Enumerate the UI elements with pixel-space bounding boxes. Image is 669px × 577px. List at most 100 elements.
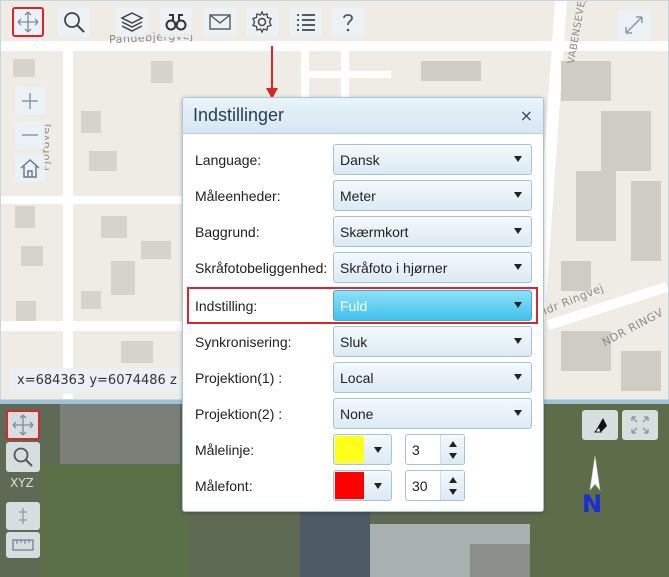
- setting-row-language: Language: Dansk: [183, 144, 543, 176]
- pan-icon: [17, 11, 39, 33]
- units-select[interactable]: Meter: [333, 180, 532, 211]
- direction-icon: [593, 418, 607, 433]
- oblique-direction-button[interactable]: [582, 410, 618, 440]
- caret-down-icon[interactable]: [449, 453, 457, 459]
- caret-down-icon: [514, 338, 522, 344]
- caret-down-icon: [514, 228, 522, 234]
- background-select[interactable]: Skærmkort: [333, 216, 532, 247]
- oblique-photo-button[interactable]: [160, 7, 192, 37]
- stepper-buttons[interactable]: [440, 471, 464, 500]
- pan-tool-button[interactable]: [12, 7, 44, 37]
- road: [301, 71, 391, 78]
- road: [63, 41, 73, 399]
- building: [561, 61, 611, 101]
- projection-2-select[interactable]: None: [333, 398, 532, 429]
- zoom-in-button[interactable]: [15, 87, 45, 115]
- building: [16, 301, 36, 321]
- aerial-search-button[interactable]: [6, 442, 40, 472]
- building: [101, 216, 127, 238]
- line-width-stepper[interactable]: 3: [405, 434, 465, 465]
- aerial-fullscreen-button[interactable]: [622, 410, 658, 440]
- font-size-stepper[interactable]: 30: [405, 470, 465, 501]
- building: [81, 111, 101, 133]
- select-value: Skærmkort: [340, 224, 409, 240]
- caret-up-icon[interactable]: [449, 477, 457, 483]
- aerial-pan-button[interactable]: [6, 410, 40, 440]
- color-swatch: [335, 472, 364, 499]
- building: [121, 341, 153, 363]
- line-color-picker[interactable]: [333, 434, 392, 465]
- setting-label: Baggrund:: [195, 224, 260, 240]
- select-value: Local: [340, 370, 374, 386]
- font-color-picker[interactable]: [333, 470, 392, 501]
- help-icon: [343, 14, 353, 32]
- color-swatch: [335, 436, 364, 463]
- setting-row-measure-font: Målefont: 30: [183, 470, 543, 502]
- caret-up-icon[interactable]: [449, 441, 457, 447]
- building: [601, 111, 651, 171]
- home-icon: [20, 158, 40, 178]
- language-select[interactable]: Dansk: [333, 144, 532, 175]
- building: [81, 291, 101, 309]
- projection-1-select[interactable]: Local: [333, 362, 532, 393]
- sync-select[interactable]: Sluk: [333, 326, 532, 357]
- dialog-header[interactable]: Indstillinger ×: [183, 98, 543, 134]
- xyz-label: XYZ: [10, 476, 34, 490]
- coordinate-readout: x=684363 y=6074486 z: [9, 368, 189, 394]
- stepper-buttons[interactable]: [440, 435, 464, 464]
- caret-down-icon: [374, 447, 382, 453]
- mail-icon: [209, 14, 231, 30]
- setting-label: Synkronisering:: [195, 334, 292, 350]
- close-icon[interactable]: ×: [520, 106, 533, 125]
- plus-icon: [22, 93, 38, 109]
- caret-down-icon: [514, 302, 522, 308]
- ruler-icon: [12, 539, 34, 551]
- stepper-value: 30: [412, 478, 428, 494]
- fullscreen-button[interactable]: [617, 10, 651, 40]
- setting-label: Projektion(1) :: [195, 370, 283, 386]
- help-button[interactable]: [332, 7, 364, 37]
- search-icon: [13, 447, 33, 467]
- setting-label: Målefont:: [195, 478, 253, 494]
- building: [111, 261, 135, 295]
- stepper-value: 3: [412, 442, 420, 458]
- north-label: N: [582, 490, 603, 518]
- mail-button[interactable]: [204, 7, 236, 37]
- setting-label: Projektion(2) :: [195, 406, 283, 422]
- ruler-button[interactable]: [6, 532, 40, 558]
- measure-area-button[interactable]: [6, 502, 40, 530]
- dialog-title: Indstillinger: [193, 105, 285, 125]
- building: [141, 241, 171, 259]
- select-value: Dansk: [340, 152, 380, 168]
- layers-button[interactable]: [116, 7, 148, 37]
- select-value: None: [340, 406, 374, 422]
- oblique-position-select[interactable]: Skråfoto i hjørner: [333, 252, 532, 283]
- caret-down-icon: [514, 192, 522, 198]
- caret-down-icon: [514, 264, 522, 270]
- zoom-out-button[interactable]: [15, 121, 45, 149]
- building: [89, 151, 117, 171]
- building: [15, 206, 35, 228]
- expand-icon: [631, 416, 649, 434]
- aerial-building: [300, 504, 370, 577]
- setting-label: Indstilling:: [195, 298, 258, 314]
- building: [151, 61, 173, 83]
- caret-down-icon: [514, 374, 522, 380]
- building: [621, 351, 661, 391]
- pan-icon: [12, 414, 34, 436]
- aerial-grass: [40, 464, 190, 577]
- caret-down-icon: [514, 410, 522, 416]
- mode-select[interactable]: Fuld: [333, 290, 532, 321]
- settings-button[interactable]: [246, 7, 278, 37]
- legend-button[interactable]: [290, 7, 322, 37]
- measure-height-icon: [19, 508, 27, 524]
- building: [576, 171, 616, 241]
- home-button[interactable]: [15, 154, 45, 182]
- setting-row-measure-line: Målelinje: 3: [183, 434, 543, 466]
- search-button[interactable]: [58, 7, 90, 37]
- road-label: VABENSEVEJ: [566, 0, 589, 65]
- annotation-arrow: [271, 46, 273, 90]
- setting-row-units: Måleenheder: Meter: [183, 180, 543, 212]
- building: [421, 61, 481, 81]
- caret-down-icon[interactable]: [449, 489, 457, 495]
